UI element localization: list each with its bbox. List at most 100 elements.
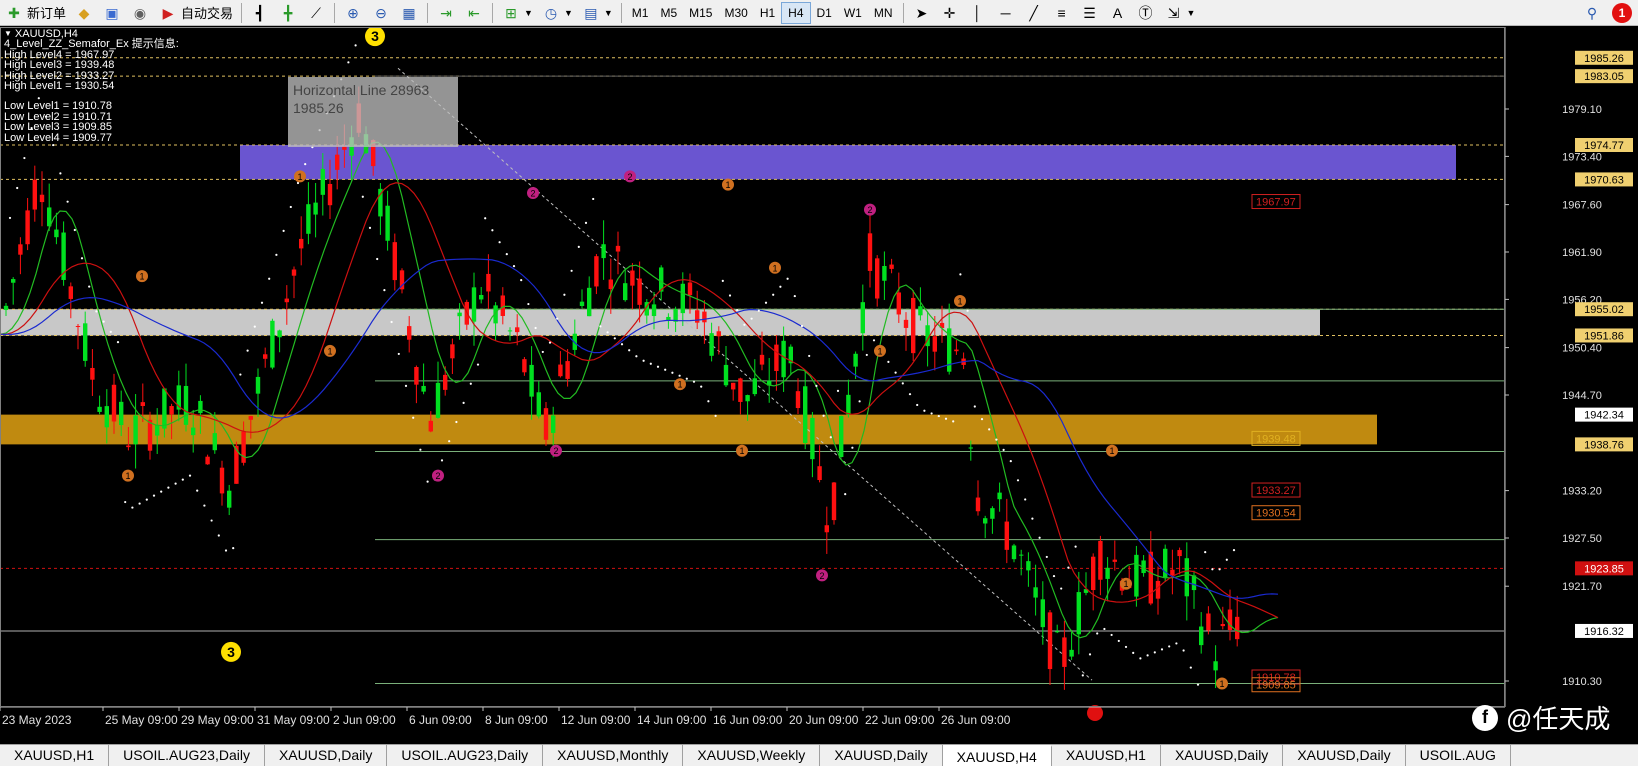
timeframe-h1-button[interactable]: H1 (754, 2, 781, 24)
candle-body (839, 416, 844, 458)
candle-body (529, 364, 534, 397)
sar-dot (498, 241, 501, 244)
price-label: 1985.26 (1584, 53, 1624, 65)
sar-dot (1060, 587, 1063, 590)
timeframe-w1-button[interactable]: W1 (838, 2, 868, 24)
chart-tab[interactable]: XAUUSD,H1 (1052, 745, 1161, 766)
tile-windows-button[interactable]: ▦ (395, 2, 423, 24)
notification-badge[interactable]: 1 (1612, 2, 1632, 23)
chart-tab[interactable]: USOIL.AUG23,Daily (387, 745, 544, 766)
fibonacci-button[interactable]: ☰ (1076, 2, 1104, 24)
candle-body (752, 378, 757, 395)
chart-tab[interactable]: XAUUSD,H4 (942, 745, 1052, 766)
candle-body (810, 417, 815, 460)
toolbar-separator (620, 2, 622, 23)
zoom-in-button[interactable]: ⊕ (339, 2, 367, 24)
toolbar-right: ⚲ 1 (1582, 2, 1638, 23)
horizontal-line-button[interactable]: ─ (992, 2, 1020, 24)
candle-body (738, 378, 743, 402)
search-icon[interactable]: ⚲ (1582, 4, 1602, 22)
candle-body (162, 388, 167, 429)
chart-tab[interactable]: XAUUSD,Monthly (543, 745, 684, 766)
candle-body (241, 431, 246, 463)
candle-body (795, 391, 801, 409)
timeframe-d1-button[interactable]: D1 (811, 2, 838, 24)
cursor-tool-button[interactable]: ➤ (908, 2, 936, 24)
candle-body (565, 361, 570, 379)
sar-dot (160, 490, 163, 493)
metaeditor-button[interactable]: ◆ (70, 2, 98, 24)
chart-tab[interactable]: XAUUSD,H1 (0, 745, 110, 766)
sar-dot (462, 401, 465, 404)
timeframe-mn-button[interactable]: MN (868, 2, 899, 24)
text-icon: A (1112, 4, 1123, 21)
level-tag-text: 1930.54 (1256, 508, 1296, 520)
chart-tab[interactable]: USOIL.AUG (1406, 745, 1511, 766)
sar-dot (239, 373, 242, 376)
zoom-out-button[interactable]: ⊖ (367, 2, 395, 24)
timeframe-h4-button[interactable]: H4 (781, 1, 811, 24)
new-order-button[interactable]: ✚ 新订单 (0, 2, 70, 24)
text-tool-button[interactable]: A (1104, 2, 1132, 24)
periods-button[interactable]: ◷ ▼ (537, 2, 577, 24)
chevron-down-icon: ▼ (524, 7, 533, 18)
candle-chart-button[interactable]: ╋ (274, 2, 302, 24)
sar-dot (793, 294, 796, 298)
chart-window[interactable]: 100.061.850.038.223.60.01111222211112211… (0, 27, 1638, 739)
arrows-button[interactable]: ⇲ ▼ (1160, 2, 1200, 24)
price-tick-label: 1950.40 (1562, 343, 1602, 355)
price-label: 1942.34 (1584, 410, 1624, 422)
candle-body (479, 294, 484, 300)
templates-button[interactable]: ▤ ▼ (577, 2, 617, 24)
trendline-button[interactable]: ╱ (1020, 2, 1048, 24)
chart-tab[interactable]: XAUUSD,Weekly (683, 745, 821, 766)
sar-dot (1074, 545, 1077, 548)
chart-shift-button[interactable]: ⇤ (460, 2, 488, 24)
price-chart[interactable]: 100.061.850.038.223.60.01111222211112211… (0, 27, 1638, 739)
candle-body (119, 401, 124, 426)
timeframe-m30-button[interactable]: M30 (718, 2, 753, 24)
channel-button[interactable]: ≡ (1048, 2, 1076, 24)
chart-tab[interactable]: XAUUSD,Daily (820, 745, 943, 766)
text-label-button[interactable]: Ⓣ (1132, 2, 1160, 24)
chart-tab[interactable]: XAUUSD,Daily (1161, 745, 1284, 766)
chart-tabs: XAUUSD,H1 USOIL.AUG23,Daily XAUUSD,Daily US… (0, 744, 1638, 766)
sar-dot (448, 440, 451, 443)
line-chart-icon: ⟋ (311, 4, 321, 21)
crosshair-tool-button[interactable]: ✛ (936, 2, 964, 24)
indicators-button[interactable]: ⊞ ▼ (497, 2, 537, 24)
candle-body (731, 382, 736, 390)
semafor-marker: 1 (736, 444, 748, 457)
timeframe-m5-button[interactable]: M5 (654, 2, 683, 24)
time-tick-label: 26 Jun 09:00 (941, 713, 1011, 727)
indicator-info-panel: ▼ XAUUSD,H4 4_Level_ZZ_Semafor_Ex 提示信息: … (4, 28, 179, 143)
sar-dot (577, 245, 580, 248)
sar-dot (181, 478, 184, 481)
auto-scroll-button[interactable]: ⇥ (432, 2, 460, 24)
chart-tab[interactable]: XAUUSD,Daily (265, 745, 388, 766)
ma-mid-line (0, 182, 1279, 619)
timeframe-m1-button[interactable]: M1 (626, 2, 655, 24)
sar-dot (664, 368, 667, 371)
sar-dot (800, 324, 804, 328)
candle-body (1177, 550, 1182, 557)
timeframe-m15-button[interactable]: M15 (683, 2, 718, 24)
crosshair-icon: ✛ (943, 4, 956, 21)
chart-tab[interactable]: XAUUSD,Daily (1283, 745, 1406, 766)
chart-tab[interactable]: USOIL.AUG23,Daily (109, 745, 265, 766)
bar-chart-button[interactable]: ┫ (246, 2, 274, 24)
sar-dot (376, 257, 379, 261)
sar-dot (210, 519, 213, 522)
vertical-line-button[interactable]: │ (964, 2, 992, 24)
strategy-tester-button[interactable]: ▣ (98, 2, 126, 24)
candle-body (191, 427, 196, 436)
line-chart-button[interactable]: ⟋ (302, 2, 330, 24)
sar-dot (412, 416, 415, 419)
signals-button[interactable]: ◉ (126, 2, 154, 24)
sar-dot (520, 279, 523, 282)
candle-body (846, 394, 851, 415)
sar-dot (649, 362, 652, 365)
sar-dot (707, 400, 710, 403)
semafor-marker: 2 (527, 186, 539, 199)
auto-trade-button[interactable]: ▶ 自动交易 (154, 2, 237, 24)
